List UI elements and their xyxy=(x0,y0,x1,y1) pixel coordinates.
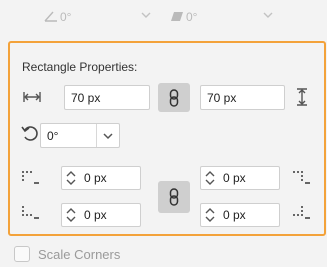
corner-top-right-input[interactable]: 0 px xyxy=(200,166,280,190)
skew-angle-icon xyxy=(44,10,58,25)
rectangle-properties-panel: Rectangle Properties: 70 px 70 px 0° 0 p… xyxy=(8,41,326,236)
corner-top-left-icon xyxy=(22,171,40,188)
shear-dropdown[interactable] xyxy=(250,6,280,30)
corner-top-left-input[interactable]: 0 px xyxy=(61,166,141,190)
stepper-icon[interactable] xyxy=(62,207,80,223)
section-title: Rectangle Properties: xyxy=(22,60,138,74)
height-value: 70 px xyxy=(207,90,237,105)
corner-top-right-icon xyxy=(293,171,311,188)
scale-corners-checkbox[interactable] xyxy=(14,246,30,262)
top-transform-row: 0° 0° xyxy=(0,0,327,36)
chain-link-icon xyxy=(169,88,179,107)
rotation-value: 0° xyxy=(47,128,59,143)
scale-corners-option[interactable]: Scale Corners xyxy=(14,246,120,262)
shear-value: 0° xyxy=(186,10,198,24)
rotate-icon xyxy=(21,124,39,145)
chevron-down-icon xyxy=(96,124,119,147)
corner-bottom-left-value: 0 px xyxy=(84,208,107,222)
corner-bottom-left-input[interactable]: 0 px xyxy=(61,203,141,227)
width-input[interactable]: 70 px xyxy=(64,85,150,110)
corner-top-left-value: 0 px xyxy=(84,171,107,185)
lock-size-button[interactable] xyxy=(158,83,190,112)
shear-icon xyxy=(170,10,184,25)
lock-corners-button[interactable] xyxy=(158,181,190,213)
corner-bottom-right-value: 0 px xyxy=(223,208,246,222)
height-icon xyxy=(297,88,307,109)
stepper-icon[interactable] xyxy=(62,170,80,186)
width-icon xyxy=(23,91,41,105)
corner-bottom-right-icon xyxy=(293,206,311,223)
stepper-icon[interactable] xyxy=(201,207,219,223)
stepper-icon[interactable] xyxy=(201,170,219,186)
corner-top-right-value: 0 px xyxy=(223,171,246,185)
width-value: 70 px xyxy=(71,90,101,105)
height-input[interactable]: 70 px xyxy=(200,85,285,110)
skew-angle-value: 0° xyxy=(60,10,72,24)
corner-bottom-right-input[interactable]: 0 px xyxy=(200,203,280,227)
corner-bottom-left-icon xyxy=(22,206,40,223)
skew-angle-dropdown[interactable] xyxy=(128,6,158,30)
chain-link-icon xyxy=(169,188,179,206)
scale-corners-label: Scale Corners xyxy=(38,246,121,262)
rotation-dropdown[interactable]: 0° xyxy=(40,123,120,148)
